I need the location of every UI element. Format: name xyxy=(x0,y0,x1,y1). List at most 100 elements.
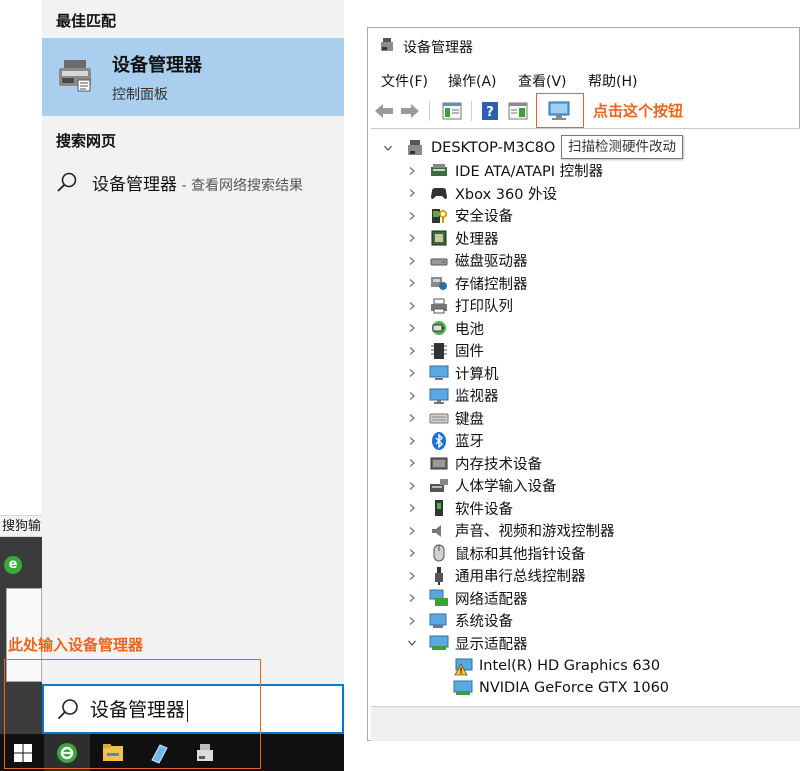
tree-item-label: Intel(R) HD Graphics 630 xyxy=(479,657,661,674)
tree-category-item[interactable]: 系统设备 xyxy=(407,610,513,632)
chevron-right-icon[interactable] xyxy=(407,526,417,536)
tree-category-item[interactable]: Xbox 360 外设 xyxy=(407,182,557,204)
best-match-title: 设备管理器 xyxy=(112,55,202,76)
search-icon xyxy=(57,172,77,192)
chevron-right-icon[interactable] xyxy=(407,571,417,581)
root-computer-icon xyxy=(405,138,425,158)
view-toggle-button[interactable] xyxy=(507,100,529,122)
arrow-left-icon xyxy=(375,104,393,118)
tree-category-item[interactable]: 磁盘驱动器 xyxy=(407,250,528,272)
network-adapter-icon xyxy=(429,588,449,608)
tree-device-item[interactable]: Intel(R) HD Graphics 630 xyxy=(453,655,660,677)
chevron-right-icon[interactable] xyxy=(407,166,417,176)
tree-item-label: 声音、视频和游戏控制器 xyxy=(455,524,615,540)
tree-category-item[interactable]: 固件 xyxy=(407,340,484,362)
chevron-right-icon[interactable] xyxy=(407,211,417,221)
tree-category-item[interactable]: 软件设备 xyxy=(407,497,513,519)
chevron-right-icon[interactable] xyxy=(407,616,417,626)
firmware-icon xyxy=(429,341,449,361)
chevron-right-icon[interactable] xyxy=(407,548,417,558)
ime-toolbar[interactable]: 搜狗输 xyxy=(0,515,42,537)
ime-toolbar-label: 搜狗输 xyxy=(2,519,42,534)
tree-category-item[interactable]: 处理器 xyxy=(407,227,499,249)
tree-category-item[interactable]: 蓝牙 xyxy=(407,430,484,452)
tree-item-label: 计算机 xyxy=(455,366,499,383)
tree-item-label: 磁盘驱动器 xyxy=(455,254,528,270)
chevron-down-icon[interactable] xyxy=(383,143,393,153)
tree-category-item[interactable]: 安全设备 xyxy=(407,205,513,227)
web-result-suffix: - 查看网络搜索结果 xyxy=(177,178,303,194)
tree-category-item[interactable]: 显示适配器 xyxy=(407,632,528,654)
tree-category-item[interactable]: IDE ATA/ATAPI 控制器 xyxy=(407,160,603,182)
chevron-right-icon[interactable] xyxy=(407,188,417,198)
chevron-right-icon[interactable] xyxy=(407,413,417,423)
properties-icon xyxy=(442,102,462,120)
device-manager-icon xyxy=(381,38,393,51)
menu-file[interactable]: 文件(F) xyxy=(381,71,428,91)
disk-drive-icon xyxy=(429,251,449,271)
tree-category-item[interactable]: 声音、视频和游戏控制器 xyxy=(407,520,615,542)
chevron-right-icon[interactable] xyxy=(407,481,417,491)
status-bar xyxy=(371,706,800,741)
device-manager-icon xyxy=(59,60,91,92)
tree-category-item[interactable]: 内存技术设备 xyxy=(407,452,542,474)
tree-category-item[interactable]: 通用串行总线控制器 xyxy=(407,565,586,587)
forward-button[interactable] xyxy=(399,100,421,122)
chevron-right-icon[interactable] xyxy=(407,368,417,378)
tree-item-label: 软件设备 xyxy=(455,501,513,518)
tree-item-label: IDE ATA/ATAPI 控制器 xyxy=(455,164,604,180)
chevron-right-icon[interactable] xyxy=(407,323,417,333)
chevron-right-icon[interactable] xyxy=(407,391,417,401)
tree-item-label: 监视器 xyxy=(455,389,499,405)
monitor-icon xyxy=(429,386,449,406)
web-result-title: 设备管理器 xyxy=(92,175,177,195)
bluetooth-icon xyxy=(429,431,449,451)
tree-root-computer[interactable]: DESKTOP-M3C8O xyxy=(383,137,555,159)
tree-category-item[interactable]: 键盘 xyxy=(407,407,484,429)
tree-category-item[interactable]: 电池 xyxy=(407,317,484,339)
tree-item-label: DESKTOP-M3C8O xyxy=(431,140,556,156)
chevron-right-icon[interactable] xyxy=(407,593,417,603)
tree-item-label: 显示适配器 xyxy=(455,636,528,653)
tree-category-item[interactable]: 监视器 xyxy=(407,385,499,407)
tree-item-label: 内存技术设备 xyxy=(455,456,542,473)
storage-controller-icon xyxy=(429,273,449,293)
tree-category-item[interactable]: 打印队列 xyxy=(407,295,513,317)
menu-help[interactable]: 帮助(H) xyxy=(588,71,637,91)
tree-device-item[interactable]: NVIDIA GeForce GTX 1060 xyxy=(453,677,669,699)
processor-icon xyxy=(429,228,449,248)
tree-category-item[interactable]: 人体学输入设备 xyxy=(407,475,557,497)
scan-tooltip: 扫描检测硬件改动 xyxy=(561,135,683,159)
tree-category-item[interactable]: 网络适配器 xyxy=(407,587,528,609)
menu-action[interactable]: 操作(A) xyxy=(448,71,497,91)
ide-controller-icon xyxy=(429,161,449,181)
chevron-right-icon[interactable] xyxy=(407,278,417,288)
speaker-icon xyxy=(429,521,449,541)
tree-category-item[interactable]: 计算机 xyxy=(407,362,499,384)
display-adapter-icon xyxy=(429,633,449,653)
chevron-right-icon[interactable] xyxy=(407,436,417,446)
chevron-right-icon[interactable] xyxy=(407,346,417,356)
chevron-down-icon[interactable] xyxy=(407,638,417,648)
window-view-icon xyxy=(508,102,528,120)
display-adapter-icon xyxy=(453,678,473,698)
chevron-right-icon[interactable] xyxy=(407,233,417,243)
web-search-result[interactable]: 设备管理器 - 查看网络搜索结果 xyxy=(42,166,344,200)
chevron-right-icon[interactable] xyxy=(407,301,417,311)
tree-category-item[interactable]: 存储控制器 xyxy=(407,272,528,294)
tree-item-label: 系统设备 xyxy=(455,614,513,630)
properties-view-button[interactable] xyxy=(441,100,463,122)
chevron-right-icon[interactable] xyxy=(407,458,417,468)
best-match-device-manager[interactable]: 设备管理器 控制面板 xyxy=(42,38,344,116)
tree-item-label: 电池 xyxy=(455,321,484,338)
tree-category-item[interactable]: 鼠标和其他指针设备 xyxy=(407,542,586,564)
back-button[interactable] xyxy=(373,100,395,122)
toolbar: ? 点击这个按钮 xyxy=(368,93,800,128)
device-manager-window: 设备管理器 文件(F) 操作(A) 查看(V) 帮助(H) ? 点击这个按钮 D… xyxy=(367,27,800,741)
chevron-right-icon[interactable] xyxy=(407,503,417,513)
menu-view[interactable]: 查看(V) xyxy=(518,71,567,91)
warning-display-icon xyxy=(453,656,473,676)
help-button[interactable]: ? xyxy=(479,100,501,122)
chevron-right-icon[interactable] xyxy=(407,256,417,266)
tree-item-label: 固件 xyxy=(455,344,484,360)
